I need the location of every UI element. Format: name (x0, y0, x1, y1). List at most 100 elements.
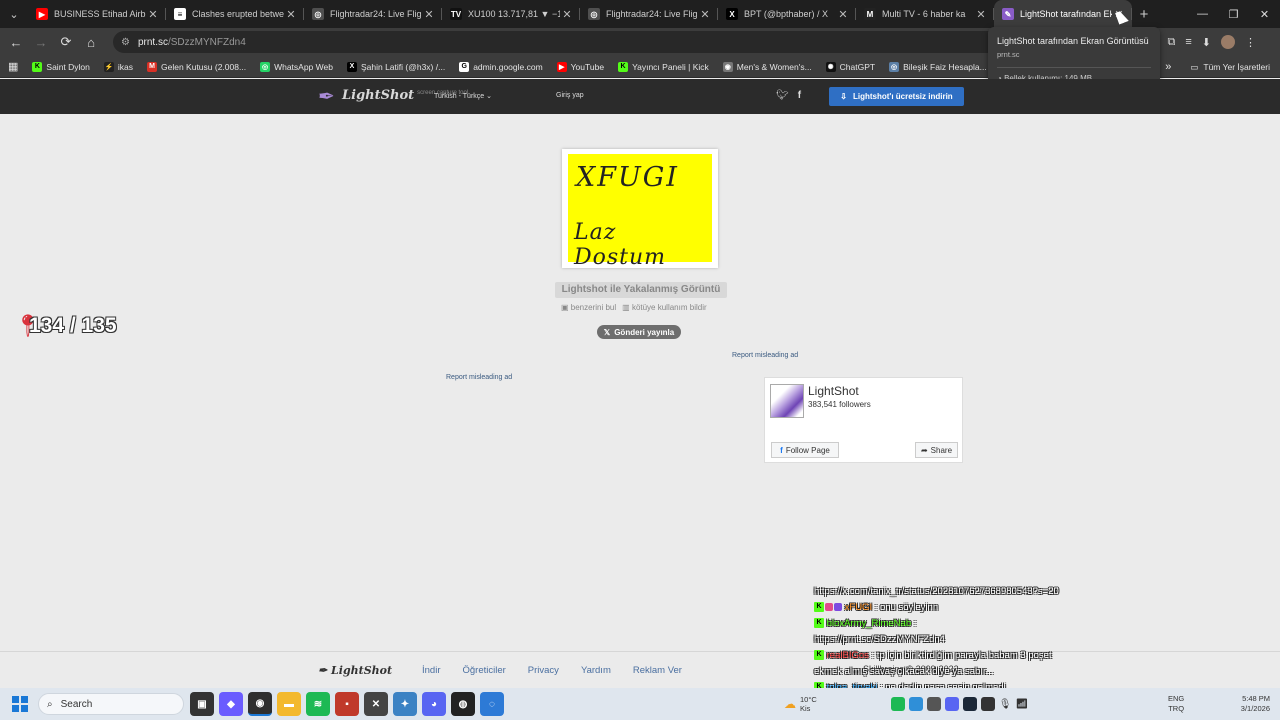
downloads-icon[interactable]: ⬇ (1202, 36, 1211, 49)
tray-app-icon[interactable] (908, 697, 923, 711)
close-tab-icon[interactable]: ✕ (836, 8, 850, 21)
obs-app-icon[interactable]: ▪ (335, 692, 359, 716)
browser-tab[interactable]: ▶ BUSINESS Etihad Airbus A✕ (28, 0, 166, 28)
media-controls-icon[interactable]: ≡ (1185, 36, 1191, 48)
page-avatar[interactable] (770, 384, 804, 418)
restore-button[interactable]: ❐ (1218, 0, 1249, 28)
post-button[interactable]: 𝕏 Gönderi yayınla (597, 325, 681, 339)
find-similar-link[interactable]: ▣ benzerini bul (561, 303, 616, 312)
browser-tab[interactable]: TV XU100 13.717,81 ▼ −1.1 ✕ (442, 0, 580, 28)
obs-studio-icon[interactable]: ◍ (451, 692, 475, 716)
twitter-icon[interactable]: 🐦︎ (776, 90, 789, 101)
report-ad-link-left[interactable]: Report misleading ad (446, 374, 512, 381)
tray-app-icon[interactable] (926, 697, 941, 711)
screenshot-image[interactable]: XFUGI Laz Dostum (562, 149, 718, 270)
menu-icon[interactable]: ⋮ (1245, 36, 1256, 49)
close-tab-icon[interactable]: ✕ (698, 8, 712, 21)
browser-tab[interactable]: M Multi TV - 6 haber ka ✕ (856, 0, 994, 28)
x-icon: X (726, 8, 738, 20)
page-name[interactable]: LightShot (808, 384, 859, 398)
report-ad-link-right[interactable]: Report misleading ad (732, 352, 798, 359)
clock[interactable]: 5:48 PM 3/1/2026 (1230, 694, 1270, 714)
language-select[interactable]: Turkish - Türkçe ⌄ (434, 92, 492, 100)
microphone-icon[interactable]: 🎙︎ (999, 699, 1012, 710)
discord-icon[interactable]: ◕ (422, 692, 446, 716)
download-button[interactable]: ⇩ Lightshot'ı ücretsiz indirin (829, 87, 964, 106)
forward-button[interactable]: → (29, 30, 53, 54)
discord-tray-icon[interactable] (944, 697, 959, 711)
bookmark-item[interactable]: Gadmin.google.com (452, 61, 549, 72)
browser-tab[interactable]: X BPT (@bpthaber) / X ✕ (718, 0, 856, 28)
close-tab-icon[interactable]: ✕ (284, 8, 298, 21)
share-button[interactable]: ➦ Share (915, 442, 958, 458)
browser-tab[interactable]: ≡ Clashes erupted between ✕ (166, 0, 304, 28)
footer-link[interactable]: Öğreticiler (462, 665, 505, 676)
chrome-icon[interactable]: ◉ (248, 692, 272, 716)
steam-icon[interactable] (962, 697, 977, 711)
bookmark-item[interactable]: X Şahin Latifi (@h3x) /... (340, 61, 452, 72)
spotify-icon[interactable]: ≋ (306, 692, 330, 716)
footer-logo[interactable]: ✒ LightShot (318, 664, 392, 677)
bookmarks-more-icon[interactable]: » (1165, 61, 1171, 73)
task-view-icon[interactable]: ▣ (190, 692, 214, 716)
minimize-button[interactable]: — (1187, 0, 1218, 28)
browser-tab[interactable]: ◎ Flightradar24: Live Flight ✕ (580, 0, 718, 28)
address-bar[interactable]: ⚙ prnt.sc/SDzzMYNFZdn4 (113, 31, 1113, 53)
tab-search-chevron-icon[interactable]: ⌄ (0, 0, 28, 28)
footer-link[interactable]: Reklam Ver (633, 665, 682, 676)
browser-tab[interactable]: ◎ Flightradar24: Live Flight ✕ (304, 0, 442, 28)
taskbar-apps: ▣ ◆ ◉ ▬ ≋ ▪ ✕ ✦ ◕ ◍ ◌ (190, 692, 504, 716)
copilot-icon[interactable]: ◆ (219, 692, 243, 716)
url-domain: prnt.sc (137, 36, 168, 48)
back-button[interactable]: ← (4, 30, 28, 54)
close-window-button[interactable]: ✕ (1249, 0, 1280, 28)
bookmark-item[interactable]: ◉ Men's & Women's... (716, 61, 819, 72)
footer-link[interactable]: Yardım (581, 665, 611, 676)
site-info-icon[interactable]: ⚙ (121, 37, 130, 48)
bookmark-item[interactable]: M Gelen Kutusu (2.008... (140, 61, 253, 72)
facebook-icon[interactable]: f (798, 90, 801, 101)
bookmark-item[interactable]: ◎ Bileşik Faiz Hesapla... (882, 61, 994, 72)
file-explorer-icon[interactable]: ▬ (277, 692, 301, 716)
apps-grid-icon[interactable]: ▦ (0, 60, 25, 73)
tab-title: BUSINESS Etihad Airbus A (54, 9, 146, 19)
close-tab-icon[interactable]: ✕ (146, 8, 160, 21)
follow-page-button[interactable]: f Follow Page (771, 442, 839, 458)
home-button[interactable]: ⌂ (79, 30, 103, 54)
close-tab-icon[interactable]: ✕ (422, 8, 436, 21)
footer-link[interactable]: İndir (422, 665, 440, 676)
settings-icon[interactable]: ✦ (393, 692, 417, 716)
close-tab-icon[interactable]: ✕ (560, 8, 574, 21)
bookmark-item[interactable]: ✺ ChatGPT (819, 61, 882, 72)
bookmark-item[interactable]: ▶ YouTube (550, 61, 611, 72)
browser-tab[interactable]: ✎ LightShot tarafından Ekra ✕ (994, 0, 1132, 28)
bookmark-item[interactable]: ⚡ ikas (97, 61, 140, 72)
bookmark-item[interactable]: K Yayıncı Paneli | Kick (611, 61, 716, 72)
language-indicator[interactable]: ENG TRQ (1168, 694, 1184, 714)
all-bookmarks-link[interactable]: Tüm Yer İşaretleri (1203, 62, 1270, 72)
footer-link[interactable]: Privacy (528, 665, 559, 676)
extensions-icon[interactable]: ⧉ (1168, 36, 1176, 49)
taskbar-search[interactable]: ⌕ Search (38, 693, 184, 715)
app-icon[interactable]: ◌ (480, 692, 504, 716)
report-abuse-link[interactable]: ▥ kötüye kullanım bildir (622, 303, 706, 312)
spotify-tray-icon[interactable] (890, 697, 905, 711)
capcut-icon[interactable]: ✕ (364, 692, 388, 716)
close-tab-icon[interactable]: ✕ (974, 8, 988, 21)
reload-button[interactable]: ⟳ (54, 30, 78, 54)
new-tab-button[interactable]: + (1132, 6, 1156, 23)
gift-badge-icon (834, 603, 842, 612)
social-links: 🐦︎ f (776, 90, 801, 101)
toolbar-right-icons: ⧉ ≡ ⬇ ⋮ (1168, 28, 1256, 56)
wifi-icon[interactable]: 📶︎ (1015, 699, 1028, 710)
bookmark-item[interactable]: K Saint Dylon (25, 61, 96, 72)
profile-avatar[interactable] (1221, 35, 1235, 49)
bookmark-item[interactable]: ◎ WhatsApp Web (253, 61, 340, 72)
login-link[interactable]: Giriş yap (556, 92, 584, 99)
tray-app-icon[interactable] (980, 697, 995, 711)
footer-links: İndir Öğreticiler Privacy Yardım Reklam Ver (422, 665, 704, 676)
windows-start-icon[interactable] (12, 696, 28, 712)
lightshot-feather-icon: ✎ (1002, 8, 1014, 20)
weather-icon[interactable]: ☁ (784, 697, 796, 711)
sub-badge-icon (825, 603, 833, 612)
